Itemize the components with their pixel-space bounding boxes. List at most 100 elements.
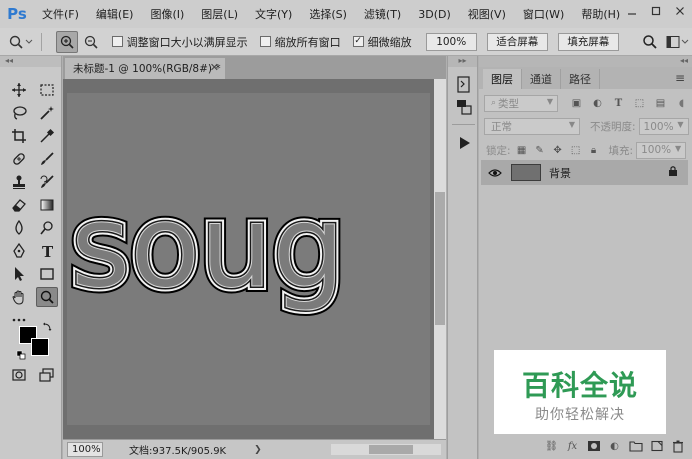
filter-smart-object-icon[interactable]: ▤ xyxy=(650,94,671,112)
document-tab[interactable]: 未标题-1 @ 100%(RGB/8#) * ✕ xyxy=(65,58,225,79)
healing-brush-tool-icon[interactable] xyxy=(8,149,30,169)
filter-shape-icon[interactable]: ⬚ xyxy=(629,94,650,112)
rectangle-tool-icon[interactable] xyxy=(36,264,58,284)
filter-adjustment-icon[interactable]: ◐ xyxy=(587,94,608,112)
menu-type[interactable]: 文字(Y) xyxy=(247,6,301,22)
lasso-tool-icon[interactable] xyxy=(8,103,30,123)
move-tool-icon[interactable] xyxy=(8,80,30,100)
lock-all-icon[interactable]: 🔒︎ xyxy=(585,141,603,159)
zoom-all-windows-box[interactable] xyxy=(259,36,271,47)
new-group-icon[interactable] xyxy=(625,437,646,455)
fit-screen-button[interactable]: 适合屏幕 xyxy=(486,32,548,51)
blend-mode-select[interactable]: 正常 ▼ xyxy=(484,118,580,135)
menu-file[interactable]: 文件(F) xyxy=(34,6,88,22)
zoom-in-icon[interactable] xyxy=(56,30,78,53)
menu-view[interactable]: 视图(V) xyxy=(460,6,515,22)
zoom-level-field[interactable]: 100% xyxy=(67,442,103,457)
lock-artboard-icon[interactable]: ⬚ xyxy=(567,141,585,159)
restore-icon[interactable] xyxy=(644,2,668,20)
crop-tool-icon[interactable] xyxy=(8,126,30,146)
quick-mask-icon[interactable] xyxy=(8,365,30,385)
lock-transparent-icon[interactable]: ▦ xyxy=(513,141,531,159)
horizontal-scrollbar-thumb[interactable] xyxy=(369,445,413,454)
collapsed-panels-header[interactable]: ▸▸ xyxy=(448,56,477,67)
minimize-icon[interactable] xyxy=(620,2,644,20)
menu-3d[interactable]: 3D(D) xyxy=(410,8,460,21)
layer-name[interactable]: 背景 xyxy=(549,165,571,181)
layer-style-icon[interactable]: fx xyxy=(562,437,583,455)
blur-tool-icon[interactable] xyxy=(8,218,30,238)
menu-edit[interactable]: 编辑(E) xyxy=(88,6,143,22)
eyedropper-tool-icon[interactable] xyxy=(36,126,58,146)
filter-type-icon[interactable]: T xyxy=(608,94,629,112)
opacity-field[interactable]: 100% ▼ xyxy=(638,118,689,135)
zoom-out-icon[interactable] xyxy=(80,31,102,53)
default-colors-icon[interactable] xyxy=(16,350,26,360)
gradient-tool-icon[interactable] xyxy=(36,195,58,215)
lock-position-icon[interactable]: ✥ xyxy=(549,141,567,159)
tab-channels[interactable]: 通道 xyxy=(522,69,561,89)
filter-toggle-icon[interactable]: ◖ xyxy=(671,94,692,112)
fill-screen-button[interactable]: 填充屏幕 xyxy=(557,32,619,51)
layer-mask-icon[interactable] xyxy=(583,437,604,455)
fill-field[interactable]: 100% ▼ xyxy=(636,141,687,159)
panel-menu-icon[interactable]: ≡ xyxy=(675,71,685,85)
actions-play-icon[interactable] xyxy=(453,132,475,154)
canvas-workspace[interactable]: soug soug soug soug xyxy=(63,79,434,439)
status-menu-arrow-icon[interactable]: ❯ xyxy=(254,445,262,455)
path-selection-tool-icon[interactable] xyxy=(8,264,30,284)
scrubby-zoom-box[interactable]: ✓ xyxy=(352,36,364,47)
pen-tool-icon[interactable] xyxy=(8,241,30,261)
clone-stamp-tool-icon[interactable] xyxy=(8,172,30,192)
zoom-all-windows-checkbox[interactable]: 缩放所有窗口 xyxy=(259,34,341,50)
tab-layers[interactable]: 图层 xyxy=(483,69,522,89)
eraser-tool-icon[interactable] xyxy=(8,195,30,215)
zoom-value-field[interactable]: 100% xyxy=(425,32,477,51)
horizontal-scrollbar[interactable] xyxy=(331,444,441,455)
search-icon[interactable] xyxy=(639,31,661,53)
history-brush-tool-icon[interactable] xyxy=(36,172,58,192)
brush-tool-icon[interactable] xyxy=(36,149,58,169)
history-panel-icon[interactable] xyxy=(453,74,475,96)
layer-thumbnail[interactable] xyxy=(511,164,541,181)
vertical-scrollbar[interactable] xyxy=(434,79,446,439)
tab-paths[interactable]: 路径 xyxy=(561,69,600,89)
scrubby-zoom-checkbox[interactable]: ✓ 细微缩放 xyxy=(352,34,412,50)
menu-filter[interactable]: 滤镜(T) xyxy=(356,6,410,22)
type-tool-icon[interactable]: T xyxy=(36,241,58,261)
menu-layer[interactable]: 图层(L) xyxy=(193,6,247,22)
document-info[interactable]: 文档:937.5K/905.9K xyxy=(129,442,226,457)
link-layers-icon[interactable]: ⛓ xyxy=(541,437,562,455)
adjustment-layer-icon[interactable]: ◐ xyxy=(604,437,625,455)
filter-pixel-icon[interactable]: ▣ xyxy=(566,94,587,112)
menu-window[interactable]: 窗口(W) xyxy=(515,6,573,22)
hand-tool-icon[interactable] xyxy=(8,287,30,307)
menu-select[interactable]: 选择(S) xyxy=(301,6,356,22)
properties-panel-icon[interactable] xyxy=(453,96,475,118)
new-layer-icon[interactable] xyxy=(646,437,667,455)
resize-windows-box[interactable] xyxy=(111,36,123,47)
vertical-scrollbar-thumb[interactable] xyxy=(435,192,445,325)
magic-wand-tool-icon[interactable] xyxy=(36,103,58,123)
tools-panel-header[interactable]: ◂◂ xyxy=(0,56,61,67)
workspace-switcher-icon[interactable] xyxy=(664,31,692,53)
zoom-tool-preset-icon[interactable] xyxy=(0,31,41,53)
marquee-tool-icon[interactable] xyxy=(36,80,58,100)
lock-image-icon[interactable]: ✎ xyxy=(531,141,549,159)
zoom-tool-icon[interactable] xyxy=(36,287,58,307)
delete-layer-icon[interactable] xyxy=(667,437,688,455)
background-color-swatch[interactable] xyxy=(31,338,49,356)
close-document-icon[interactable]: ✕ xyxy=(210,61,219,74)
eye-icon[interactable] xyxy=(485,168,505,178)
menu-image[interactable]: 图像(I) xyxy=(142,6,193,22)
resize-windows-checkbox[interactable]: 调整窗口大小以满屏显示 xyxy=(111,34,248,50)
layers-panel-header[interactable]: ◂◂ xyxy=(479,56,692,67)
dodge-tool-icon[interactable] xyxy=(36,218,58,238)
opacity-value: 100% xyxy=(643,120,674,133)
screen-mode-icon[interactable] xyxy=(36,365,58,385)
layer-row-background[interactable]: 背景 xyxy=(481,160,688,185)
close-icon[interactable] xyxy=(668,2,692,20)
filter-kind-select[interactable]: ⌕ 类型 ▼ xyxy=(484,94,558,112)
document-canvas[interactable]: soug soug soug soug xyxy=(67,93,430,425)
swap-colors-icon[interactable] xyxy=(42,322,52,332)
